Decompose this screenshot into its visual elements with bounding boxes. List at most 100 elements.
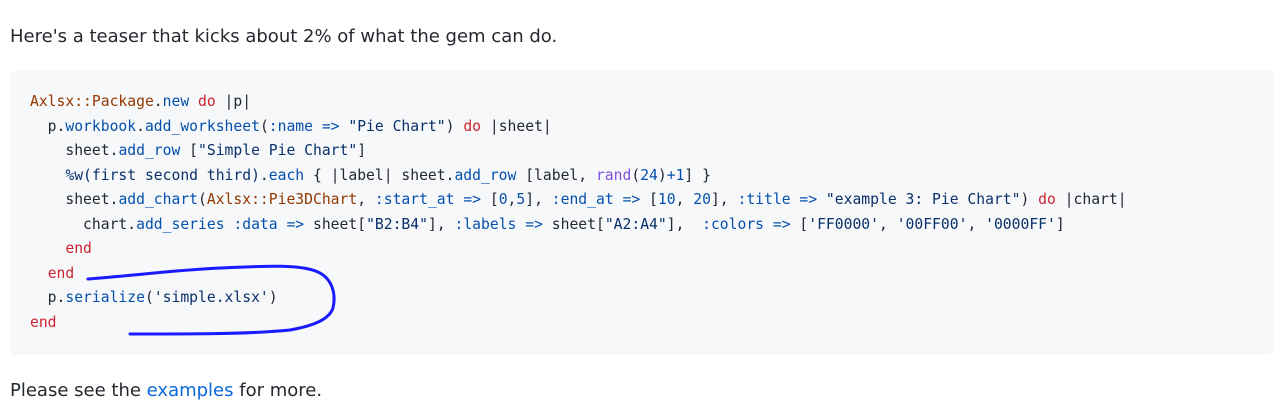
code-token: . xyxy=(259,166,269,184)
code-token: end xyxy=(47,264,75,282)
code-token: + xyxy=(666,166,676,184)
code-token: , xyxy=(967,215,986,233)
code-token: end xyxy=(65,240,92,257)
code-token: do xyxy=(1038,191,1056,208)
code-token: 24 xyxy=(640,166,658,184)
intro-paragraph: Here's a teaser that kicks about 2% of w… xyxy=(10,26,558,47)
code-line-1: Axlsx::Package.new do |p| xyxy=(30,90,1127,115)
code-token: 'FF0000' xyxy=(808,215,879,233)
code-token: each xyxy=(268,166,305,184)
code-token: add_series xyxy=(136,215,225,233)
code-token: { |label| sheet xyxy=(304,166,446,184)
code-token: 'simple.xlsx' xyxy=(153,289,269,306)
code-token: add_chart xyxy=(118,191,199,208)
code-token: '0000FF' xyxy=(985,215,1056,233)
code-token: :colors xyxy=(702,215,765,233)
code-line-10: end xyxy=(30,311,1127,336)
code-token: => xyxy=(525,215,543,233)
code-token: "Simple Pie Chart" xyxy=(198,142,358,159)
code-token: :end_at xyxy=(551,191,614,208)
code-token: "A2:A4" xyxy=(604,215,667,233)
code-token: "example 3: Pie Chart" xyxy=(825,191,1021,208)
code-token: ( xyxy=(259,117,269,135)
code-line-8: end xyxy=(30,262,1127,287)
code-token: do xyxy=(198,93,216,110)
code-token: . xyxy=(153,93,163,110)
code-token: ] xyxy=(357,142,367,159)
code-token: [ xyxy=(640,191,658,208)
code-token: '00FF00' xyxy=(896,215,968,233)
code-token: , xyxy=(357,191,375,208)
code-line-9: p.serialize('simple.xlsx') xyxy=(30,286,1127,311)
code-token: sheet xyxy=(30,142,110,159)
code-token: "B2:B4" xyxy=(366,215,428,233)
code-token: . xyxy=(127,215,137,233)
code-token: new xyxy=(162,93,190,110)
code-line-5: sheet.add_chart(Axlsx::Pie3DChart, :star… xyxy=(30,188,1127,213)
outro-paragraph: Please see the examples for more. xyxy=(10,378,322,404)
code-token: => xyxy=(463,191,482,208)
code-token: ( xyxy=(144,289,154,306)
code-token: [ xyxy=(481,191,499,208)
code-token: workbook xyxy=(65,117,137,135)
code-token: |p| xyxy=(215,93,252,110)
code-token: add_row xyxy=(454,166,517,184)
code-token: 20 xyxy=(693,191,711,208)
code-token: p xyxy=(30,289,57,306)
code-token: sheet[ xyxy=(542,215,605,233)
code-token: add_row xyxy=(118,142,181,159)
code-token: sheet[ xyxy=(304,215,367,233)
code-listing: Axlsx::Package.new do |p| p.workbook.add… xyxy=(30,90,1127,335)
code-token: [label, xyxy=(516,166,596,184)
code-token: ], xyxy=(427,215,455,233)
code-token: add_worksheet xyxy=(144,117,260,135)
code-token: :data xyxy=(233,215,278,233)
code-token: ] } xyxy=(684,166,711,184)
code-token: ], xyxy=(666,215,703,233)
code-token: Axlsx::Package xyxy=(30,93,154,110)
code-token: => xyxy=(321,117,340,135)
code-token: . xyxy=(136,117,145,135)
code-token: sheet xyxy=(30,191,110,208)
code-token: |chart| xyxy=(1055,191,1127,208)
code-token: %w(first second third) xyxy=(65,166,260,184)
code-token: ( xyxy=(631,166,641,184)
code-token: => xyxy=(622,191,641,208)
code-line-2: p.workbook.add_worksheet(:name => "Pie C… xyxy=(30,115,1127,140)
code-token: , xyxy=(879,215,897,233)
code-token: 0 xyxy=(498,191,508,208)
code-token: => xyxy=(772,215,791,233)
examples-link[interactable]: examples xyxy=(147,380,234,401)
code-token: p xyxy=(30,117,57,135)
code-token: :start_at xyxy=(374,191,455,208)
code-token: [ xyxy=(180,142,199,159)
code-token: ( xyxy=(198,191,207,208)
code-token: "Pie Chart" xyxy=(348,117,446,135)
code-line-6: chart.add_series :data => sheet["B2:B4"]… xyxy=(30,213,1127,238)
code-line-7: end xyxy=(30,237,1127,262)
code-token: :labels xyxy=(454,215,517,233)
code-token: ) xyxy=(1020,191,1039,208)
outro-text-after: for more. xyxy=(233,380,323,401)
code-token: => xyxy=(799,191,818,208)
code-token: 10 xyxy=(657,191,676,208)
code-line-3: sheet.add_row ["Simple Pie Chart"] xyxy=(30,139,1127,164)
code-token: chart xyxy=(30,215,128,233)
code-token: ) xyxy=(268,289,278,306)
outro-text-before: Please see the xyxy=(10,380,147,401)
code-token: rand xyxy=(595,166,632,184)
code-token: do xyxy=(463,117,482,135)
code-token: => xyxy=(286,215,305,233)
code-token: Axlsx::Pie3DChart xyxy=(206,191,358,208)
code-token: :name xyxy=(268,117,313,135)
code-token: [ xyxy=(790,215,809,233)
